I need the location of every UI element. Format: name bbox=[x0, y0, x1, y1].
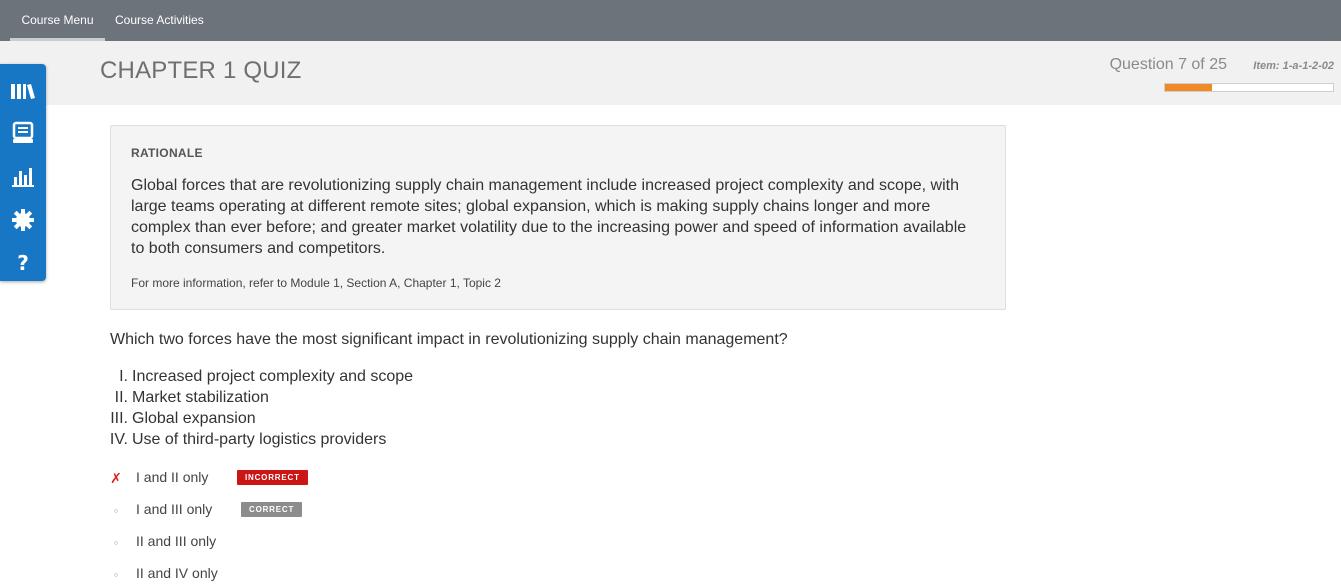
statement-number: IV. bbox=[109, 431, 128, 448]
quiz-header: CHAPTER 1 QUIZ Question 7 of 25 Item: 1-… bbox=[0, 41, 1341, 105]
statement-item: III. Global expansion bbox=[96, 410, 256, 428]
statement-text: Global expansion bbox=[132, 410, 256, 427]
bullet-icon: ◦ bbox=[113, 503, 119, 518]
tab-course-menu[interactable]: Course Menu bbox=[10, 0, 105, 41]
bullet-icon: ◦ bbox=[113, 567, 119, 582]
statement-item: I. Increased project complexity and scope bbox=[96, 368, 413, 386]
progress-fill bbox=[1165, 84, 1213, 91]
statement-text: Market stabilization bbox=[132, 389, 269, 406]
answer-choice-b[interactable]: ◦ I and III only CORRECT bbox=[110, 501, 330, 523]
quiz-progress-bar bbox=[1164, 83, 1334, 92]
top-nav-bar: Course Menu Course Activities bbox=[0, 0, 1341, 41]
statement-text: Use of third-party logistics providers bbox=[132, 431, 387, 448]
answer-label: I and II only bbox=[136, 469, 209, 485]
library-icon[interactable] bbox=[9, 77, 37, 105]
answer-choice-d[interactable]: ◦ II and IV only bbox=[110, 565, 250, 587]
question-counter: Question 7 of 25 bbox=[1109, 56, 1227, 73]
rationale-text: Global forces that are revolutionizing s… bbox=[131, 177, 967, 257]
statement-item: IV. Use of third-party logistics provider… bbox=[96, 431, 386, 449]
correct-badge: CORRECT bbox=[241, 502, 303, 517]
gear-icon[interactable] bbox=[9, 206, 37, 234]
statement-text: Increased project complexity and scope bbox=[132, 368, 414, 385]
answer-choice-a[interactable]: ✗ I and II only INCORRECT bbox=[110, 469, 330, 491]
item-id: Item: 1-a-1-2-02 bbox=[1253, 60, 1334, 72]
answer-label: II and IV only bbox=[136, 565, 218, 581]
rationale-heading: RATIONALE bbox=[131, 146, 203, 160]
answer-label: I and III only bbox=[136, 501, 213, 517]
chart-icon[interactable] bbox=[9, 163, 37, 191]
tool-sidebar: ? bbox=[0, 64, 46, 281]
tab-course-activities[interactable]: Course Activities bbox=[105, 0, 214, 41]
answer-label: II and III only bbox=[136, 533, 217, 549]
incorrect-badge: INCORRECT bbox=[237, 470, 308, 485]
statement-number: III. bbox=[110, 410, 128, 427]
statement-item: II. Market stabilization bbox=[96, 389, 269, 407]
bullet-icon: ◦ bbox=[113, 535, 119, 550]
help-icon[interactable]: ? bbox=[9, 249, 37, 277]
notebook-icon[interactable] bbox=[9, 119, 37, 147]
statement-number: II. bbox=[114, 389, 128, 406]
answer-choice-c[interactable]: ◦ II and III only bbox=[110, 533, 250, 555]
statement-number: I. bbox=[119, 368, 128, 385]
rationale-reference: For more information, refer to Module 1,… bbox=[131, 276, 501, 290]
page-title: CHAPTER 1 QUIZ bbox=[100, 57, 302, 84]
rationale-panel: RATIONALE Global forces that are revolut… bbox=[110, 125, 1006, 310]
question-text: Which two forces have the most significa… bbox=[110, 331, 788, 348]
incorrect-x-icon: ✗ bbox=[110, 470, 122, 486]
